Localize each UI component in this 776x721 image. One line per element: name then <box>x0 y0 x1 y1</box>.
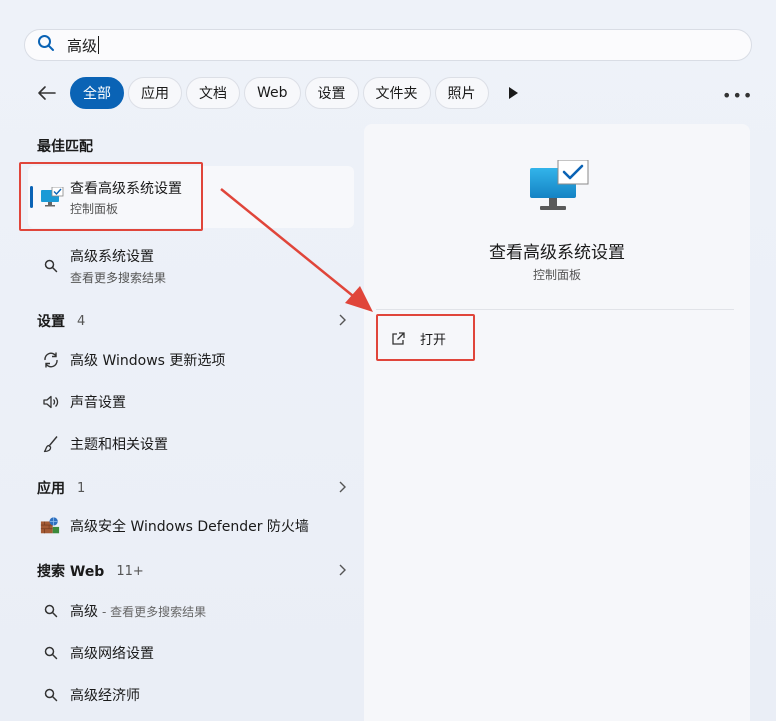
annotation-arrow <box>220 188 373 312</box>
search-panel: 高级 全部 应用 文档 Web 设置 文件夹 照片 ••• 最佳匹配 查看高级系… <box>0 0 776 721</box>
